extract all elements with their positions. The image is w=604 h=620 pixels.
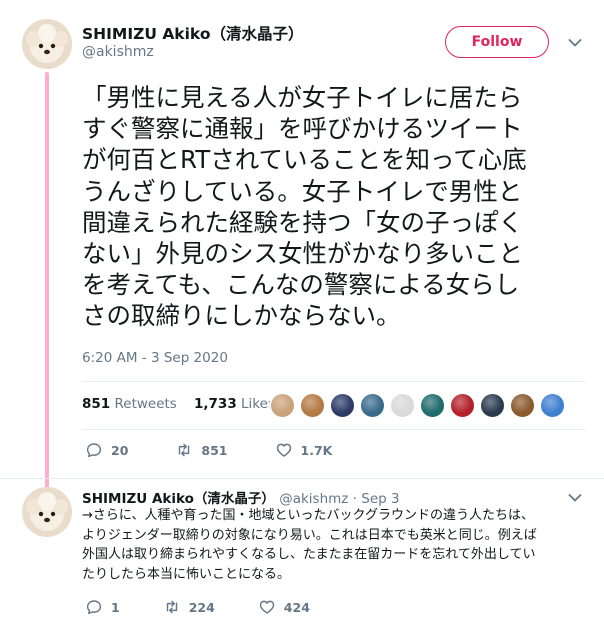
avatar[interactable] [22, 19, 72, 69]
reply-count: 20 [111, 442, 129, 458]
liker-avatar[interactable] [509, 392, 536, 419]
retweet-count: 851 [201, 442, 228, 458]
like-icon [276, 443, 291, 457]
like-button[interactable]: 424 [258, 598, 310, 616]
tweet-text-line: を考えても、こんなの警察による女らし [82, 270, 520, 300]
reply-text-line: たりしたら本当に怖いことになる。 [82, 566, 291, 582]
display-name[interactable]: SHIMIZU Akiko（清水晶子） [82, 491, 275, 507]
retweet-icon [166, 600, 177, 614]
tweet-text-line: が何百とRTされていることを知って心底 [82, 145, 527, 175]
tweet-text-line: ない」外見のシス女性がかなり多いこと [82, 239, 523, 269]
likes-stat[interactable]: 1,733 Likes [194, 396, 275, 412]
tweet-divider [0, 478, 604, 479]
follow-button[interactable]: Follow [445, 26, 549, 58]
liker-avatar[interactable] [329, 392, 356, 419]
like-count: 1.7K [300, 442, 333, 458]
like-count: 424 [283, 599, 310, 615]
dog-avatar-icon [22, 19, 72, 69]
liker-avatar[interactable] [479, 392, 506, 419]
user-handle[interactable]: @akishmz [279, 491, 348, 507]
reply-button[interactable]: 1 [85, 598, 120, 616]
avatar[interactable] [22, 487, 72, 537]
tweet-stats: 851 Retweets 1,733 Likes [82, 396, 275, 412]
thread-line [45, 72, 49, 492]
reply-text: →さらに、人種や育った国・地域といったバックグラウンドの違う人たちは、 よりジェ… [82, 506, 592, 584]
chevron-down-icon[interactable] [568, 493, 582, 503]
liker-avatar[interactable] [269, 392, 296, 419]
reply-count: 1 [111, 599, 120, 615]
retweet-icon [179, 443, 190, 457]
reply-button[interactable]: 20 [85, 441, 128, 459]
tweet-text-line: 間違えられた経験を持つ「女の子っぽく [82, 207, 523, 237]
liker-avatars [269, 392, 566, 419]
tweet-actions: 20 851 1.7K [85, 441, 379, 459]
liker-avatar[interactable] [389, 392, 416, 419]
tweet-timestamp[interactable]: 6:20 AM - 3 Sep 2020 [82, 350, 228, 366]
reply-icon [86, 600, 102, 615]
divider [82, 429, 586, 430]
reply-text-line: →さらに、人種や育った国・地域といったバックグラウンドの違う人たちは、 [82, 508, 534, 523]
liker-avatar[interactable] [449, 392, 476, 419]
main-tweet: SHIMIZU Akiko（清水晶子） @akishmz Follow 「男性に… [0, 0, 604, 492]
liker-avatar[interactable] [299, 392, 326, 419]
reply-text-line: よりジェンダー取締りの対象になり易い。これは日本でも英米と同じ。例えば [82, 527, 537, 543]
tweet-text-line: うんざりしている。女子トイレで男性と [82, 176, 523, 206]
user-handle[interactable]: @akishmz [82, 44, 154, 60]
tweet-text-line: 「男性に見える人が女子トイレに居たら [82, 83, 523, 112]
like-icon [259, 600, 274, 614]
tweet-text-line: すぐ警察に通報」を呼びかけるツイート [82, 114, 523, 144]
tweet-text: 「男性に見える人が女子トイレに居たら すぐ警察に通報」を呼びかけるツイート が何… [82, 82, 587, 332]
reply-icon [86, 443, 102, 458]
chevron-down-icon[interactable] [568, 38, 582, 48]
divider [82, 381, 586, 382]
retweets-stat[interactable]: 851 Retweets [82, 396, 177, 412]
retweets-count: 851 [82, 396, 111, 412]
reply-header: SHIMIZU Akiko（清水晶子） @akishmz · Sep 3 [82, 487, 400, 507]
dog-avatar-icon [22, 487, 72, 537]
likes-count: 1,733 [194, 396, 237, 412]
retweet-button[interactable]: 851 [175, 441, 228, 459]
reply-date[interactable]: · Sep 3 [353, 491, 400, 507]
like-button[interactable]: 1.7K [275, 441, 333, 459]
liker-avatar[interactable] [539, 392, 566, 419]
retweet-button[interactable]: 224 [163, 598, 215, 616]
tweet-text-line: さの取締りにしかならない。 [82, 301, 401, 331]
retweets-label: Retweets [114, 396, 177, 412]
reply-text-line: 外国人は取り締まられやすくなるし、たまたま在留カードを忘れて外出してい [82, 547, 536, 562]
display-name[interactable]: SHIMIZU Akiko（清水晶子） [82, 22, 303, 44]
reply-actions: 1 224 424 [85, 598, 353, 616]
retweet-count: 224 [188, 599, 215, 615]
liker-avatar[interactable] [419, 392, 446, 419]
liker-avatar[interactable] [359, 392, 386, 419]
